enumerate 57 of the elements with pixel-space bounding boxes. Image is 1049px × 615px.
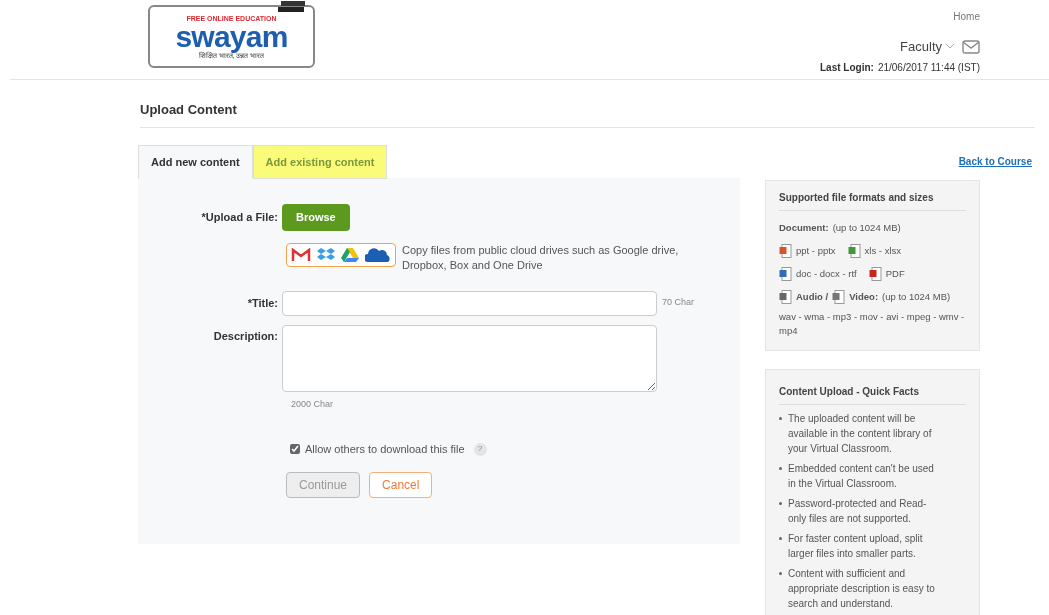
bullet-icon <box>779 416 782 420</box>
home-link[interactable]: Home <box>953 9 980 24</box>
browse-button[interactable]: Browse <box>282 204 350 231</box>
file-format-text: ppt - pptx <box>796 243 836 258</box>
description-char-limit: 2000 Char <box>291 397 335 411</box>
bullet-icon <box>779 466 782 470</box>
document-size-note: (up to 1024 MB) <box>832 220 901 235</box>
quick-facts-title: Content Upload - Quick Facts <box>779 383 966 405</box>
upload-label: *Upload a File: <box>200 210 279 225</box>
quick-fact-text: The uploaded content will be available in the content library of your Virtual Classroom. <box>788 411 933 456</box>
formats-panel-title: Supported file formats and sizes <box>779 189 966 211</box>
file-format-text: xls - xlsx <box>864 243 902 258</box>
bullet-icon <box>779 536 782 540</box>
cloud-icon[interactable] <box>365 246 391 263</box>
page-title: Upload Content <box>140 100 1035 128</box>
audio-label: Audio / <box>796 290 829 305</box>
quick-fact-text: Password-protected and Read-only files are not supported. <box>788 496 928 526</box>
title-label: *Title: <box>246 295 279 311</box>
back-to-course-link[interactable]: Back to Course <box>958 153 1032 169</box>
media-formats-text: wav - wma - mp3 - mov - avi - mpeg - wmv - mp4 <box>779 309 966 338</box>
logo-wordmark: swayam <box>175 21 288 52</box>
last-login-label: Last Login: <box>820 60 874 75</box>
quick-fact-text: Embedded content can't be used in the Virtual Classroom. <box>788 461 935 491</box>
file-format-text: doc - docx - rtf <box>796 267 857 281</box>
cloud-drives-picker[interactable] <box>286 242 396 267</box>
speaker-file-icon <box>779 290 792 305</box>
cancel-button[interactable]: Cancel <box>369 471 433 498</box>
cloud-drives-text: Copy files from public cloud drives such as Google drive, Dropbox, Box and One Drive <box>402 242 680 273</box>
bullet-icon <box>779 501 782 505</box>
user-menu[interactable]: Faculty <box>900 37 954 57</box>
title-field[interactable] <box>282 290 657 316</box>
tab[interactable]: Add new content <box>138 144 253 179</box>
video-label: Video: <box>849 290 879 305</box>
last-login-value: 21/06/2017 11:44 (IST) <box>877 60 980 75</box>
caret-icon <box>946 44 954 50</box>
media-size-note: (up to 1024 MB) <box>882 290 951 305</box>
allow-download-label: Allow others to download this file <box>305 442 465 457</box>
description-label: Description: <box>212 328 279 344</box>
allow-download-checkbox[interactable] <box>290 444 300 455</box>
document-label: Document: <box>779 220 829 235</box>
quick-fact-text: For faster content upload, split larger files into smaller parts. <box>788 531 924 561</box>
slides-file-icon <box>779 243 792 258</box>
pdf-file-icon <box>868 267 882 282</box>
quick-fact-text: Content with sufficient and appropriate description is easy to search and understand. <box>788 566 936 611</box>
bullet-icon <box>779 571 782 575</box>
title-char-limit: 70 Char <box>662 296 695 310</box>
tab[interactable]: Add existing content <box>252 144 388 179</box>
triangle-drive-icon[interactable] <box>341 246 359 263</box>
document-file-icon <box>779 267 792 282</box>
mail-letter-m-icon[interactable] <box>291 247 311 262</box>
help-badge[interactable]: ? <box>473 442 487 456</box>
file-format-text: PDF <box>885 267 905 281</box>
film-file-icon <box>832 290 846 305</box>
mail-icon[interactable] <box>962 39 980 54</box>
spreadsheet-file-icon <box>847 243 861 258</box>
description-field[interactable] <box>282 324 657 392</box>
box-cluster-icon[interactable] <box>317 246 335 263</box>
